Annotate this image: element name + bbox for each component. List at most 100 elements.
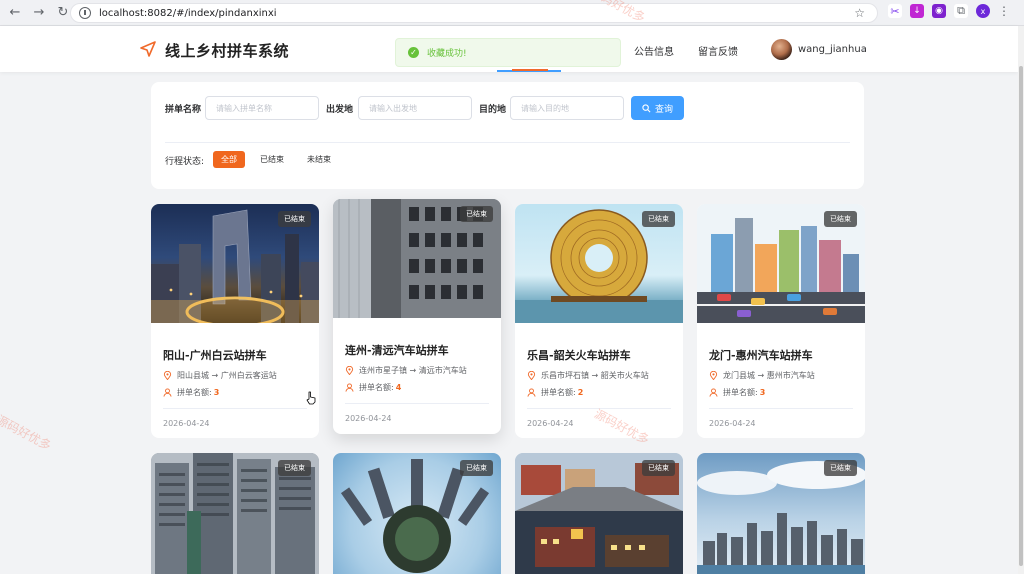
seats-label: 拼单名额: [177,388,212,397]
card-image-high-rise-apartments: 已结束 [151,453,319,574]
search-button-label: 查询 [654,104,673,115]
card-title: 阳山-广州白云站拼车 [163,349,267,362]
divider [709,408,853,409]
status-filter-ongoing[interactable]: 未结束 [299,151,339,168]
card-image-ring-building: 已结束 [515,204,683,323]
trip-card[interactable]: 已结束 阳山-广州白云站拼车 阳山县城 → 广州白云客运站 拼单名额: 3 20… [151,204,319,438]
success-toast: ✓ 收藏成功! [395,38,621,67]
main-nav: 公告信息 留言反馈 [634,43,738,58]
user-icon [163,388,172,397]
card-route: 龙门县城 → 惠州市汽车站 [709,370,853,381]
browser-menu-icon[interactable]: ⋮ [998,4,1010,18]
hand-cursor-icon [306,391,316,405]
divider [163,408,307,409]
seats-count: 3 [759,388,766,397]
label-order-name: 拼单名称 [165,105,202,115]
card-image-street-town: 已结束 [515,453,683,574]
site-info-icon[interactable] [79,7,91,19]
check-circle-icon: ✓ [408,47,419,58]
status-badge: 已结束 [278,460,311,476]
site-title[interactable]: 线上乡村拼车系统 [165,40,289,61]
seats-count: 2 [577,388,584,397]
seats-label: 拼单名额: [359,383,394,392]
card-seats: 拼单名额: 4 [345,382,489,393]
chevron-down-icon[interactable]: ⌄ [860,44,867,53]
location-pin-icon [709,371,718,380]
card-date: 2026-04-24 [345,414,392,423]
nav-item-feedback[interactable]: 留言反馈 [698,43,738,58]
departure-input[interactable]: 请输入出发地 [358,96,472,120]
trip-card[interactable]: 已结束 连州-清远汽车站拼车 连州市星子镇 → 清远市汽车站 拼单名额: 4 2… [333,199,501,434]
status-badge: 已结束 [642,211,675,227]
card-seats: 拼单名额: 3 [709,387,853,398]
card-route: 阳山县城 → 广州白云客运站 [163,370,307,381]
browser-toolbar: ← → ↻ localhost:8082/#/index/pindanxinxi… [0,0,1024,26]
card-route: 乐昌市坪石镇 → 韶关市火车站 [527,370,671,381]
divider [165,142,850,143]
back-icon[interactable]: ← [4,2,26,24]
forward-icon[interactable]: → [28,2,50,24]
card-route: 连州市星子镇 → 清远市汽车站 [345,365,489,376]
label-destination: 目的地 [479,105,507,115]
card-image-cctv-tower-night: 已结束 [151,204,319,323]
card-seats: 拼单名额: 2 [527,387,671,398]
search-button[interactable]: 查询 [631,96,684,120]
robot-extension-icon[interactable]: ◉ [932,4,946,18]
status-badge: 已结束 [824,460,857,476]
divider [345,403,489,404]
label-departure: 出发地 [326,105,354,115]
scissors-extension-icon[interactable]: ✂ [888,4,902,18]
status-filter-all[interactable]: 全部 [213,151,245,168]
bookmark-star-icon[interactable]: ☆ [854,6,865,20]
card-title: 连州-清远汽车站拼车 [345,344,449,357]
trip-card[interactable]: 已结束 乐昌-韶关火车站拼车 乐昌市坪石镇 → 韶关市火车站 拼单名额: 2 2… [515,204,683,438]
download-extension-icon[interactable]: ↓ [910,4,924,18]
active-nav-accent [512,69,548,71]
trip-card[interactable]: 已结束 龙门-惠州汽车站拼车 龙门县城 → 惠州市汽车站 拼单名额: 3 202… [697,204,865,438]
seats-count: 4 [395,383,402,392]
status-filter-ended[interactable]: 已结束 [252,151,292,168]
location-pin-icon [345,366,354,375]
card-title: 乐昌-韶关火车站拼车 [527,349,631,362]
nav-item-announcements[interactable]: 公告信息 [634,43,674,58]
url-text: localhost:8082/#/index/pindanxinxi [99,7,277,19]
order-name-input[interactable]: 请输入拼单名称 [205,96,319,120]
trip-card[interactable]: 已结束 [333,453,501,574]
search-panel: 拼单名称 请输入拼单名称 出发地 请输入出发地 目的地 请输入目的地 查询 行程… [151,82,864,189]
toast-message: 收藏成功! [427,49,467,59]
card-date: 2026-04-24 [709,419,756,428]
puzzle-extensions-icon[interactable]: ⧉ [954,4,968,18]
page-scrollbar[interactable] [1018,26,1024,574]
card-image-tiny-planet-city: 已结束 [333,453,501,574]
route-text: 连州市星子镇 → 清远市汽车站 [359,366,467,375]
seats-count: 3 [213,388,220,397]
username[interactable]: wang_jianhua [798,44,867,55]
scrollbar-thumb[interactable] [1019,66,1023,566]
trip-card[interactable]: 已结束 [151,453,319,574]
trip-card[interactable]: 已结束 [515,453,683,574]
trip-card[interactable]: 已结束 [697,453,865,574]
user-icon [345,383,354,392]
card-image-building-facade: 已结束 [333,199,501,318]
avatar[interactable] [771,39,792,60]
seats-label: 拼单名额: [723,388,758,397]
location-pin-icon [163,371,172,380]
profile-avatar-icon[interactable]: x [976,4,990,18]
divider [527,408,671,409]
navigation-arrow-icon [140,41,156,57]
watermark-text: 源码好优多 [0,412,54,454]
user-icon [709,388,718,397]
search-icon [642,103,651,112]
destination-input[interactable]: 请输入目的地 [510,96,624,120]
trip-status-label: 行程状态: [165,157,205,167]
card-image-skyline-clouds: 已结束 [697,453,865,574]
route-text: 龙门县城 → 惠州市汽车站 [723,371,815,380]
card-seats: 拼单名额: 3 [163,387,307,398]
route-text: 阳山县城 → 广州白云客运站 [177,371,277,380]
status-badge: 已结束 [824,211,857,227]
status-badge: 已结束 [642,460,675,476]
address-bar[interactable]: localhost:8082/#/index/pindanxinxi ☆ [70,3,878,23]
card-title: 龙门-惠州汽车站拼车 [709,349,813,362]
user-icon [527,388,536,397]
card-image-cartoon-city: 已结束 [697,204,865,323]
